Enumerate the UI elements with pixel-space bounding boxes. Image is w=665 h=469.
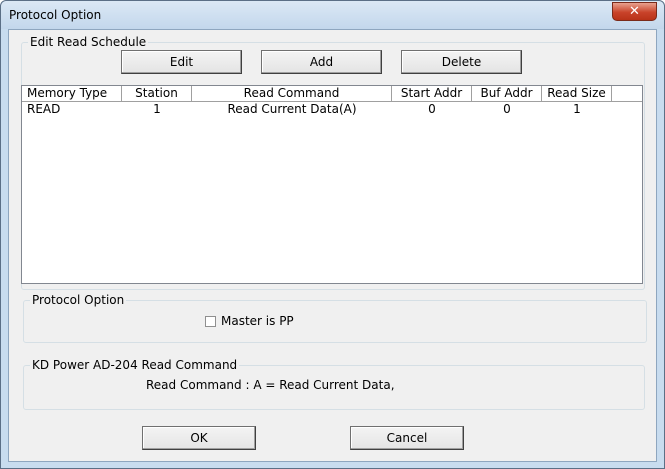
column-header-station[interactable]: Station (122, 86, 192, 101)
cell-read-command: Read Current Data(A) (227, 102, 357, 116)
table-row[interactable]: READ 1 Read Current Data(A) 0 0 1 (22, 102, 642, 116)
master-is-pp-checkbox[interactable] (205, 316, 216, 327)
edit-button[interactable]: Edit (121, 50, 242, 74)
title-bar[interactable]: Protocol Option ✕ (1, 1, 664, 29)
cancel-button[interactable]: Cancel (350, 426, 464, 450)
read-schedule-list[interactable]: Memory Type Station Read Command Start A… (21, 85, 643, 284)
cell-read-size: 1 (573, 102, 581, 116)
list-header: Memory Type Station Read Command Start A… (22, 86, 642, 102)
column-header-read-size[interactable]: Read Size (542, 86, 612, 101)
protocol-option-group: Protocol Option (23, 292, 647, 343)
close-icon: ✕ (629, 4, 640, 19)
close-button[interactable]: ✕ (612, 2, 657, 21)
window-title: Protocol Option (9, 8, 102, 22)
column-header-buf-addr[interactable]: Buf Addr (472, 86, 542, 101)
column-header-start-addr[interactable]: Start Addr (392, 86, 472, 101)
dialog-client-area: Edit Read Schedule Edit Add Delete Memor… (8, 29, 657, 462)
delete-button[interactable]: Delete (401, 50, 522, 74)
column-header-memory-type[interactable]: Memory Type (22, 86, 122, 101)
read-command-info-label: KD Power AD-204 Read Command (30, 357, 240, 373)
ok-button[interactable]: OK (142, 426, 256, 450)
protocol-option-window: Protocol Option ✕ Edit Read Schedule Edi… (0, 0, 665, 469)
read-command-info-text: Read Command : A = Read Current Data, (146, 378, 395, 392)
cell-start-addr: 0 (428, 102, 436, 116)
master-is-pp-label[interactable]: Master is PP (221, 313, 294, 329)
add-button[interactable]: Add (261, 50, 382, 74)
protocol-option-label: Protocol Option (30, 292, 127, 308)
cell-buf-addr: 0 (503, 102, 511, 116)
column-header-read-command[interactable]: Read Command (192, 86, 392, 101)
cell-station: 1 (153, 102, 161, 116)
edit-read-schedule-label: Edit Read Schedule (28, 34, 149, 50)
cell-memory-type: READ (27, 102, 61, 116)
